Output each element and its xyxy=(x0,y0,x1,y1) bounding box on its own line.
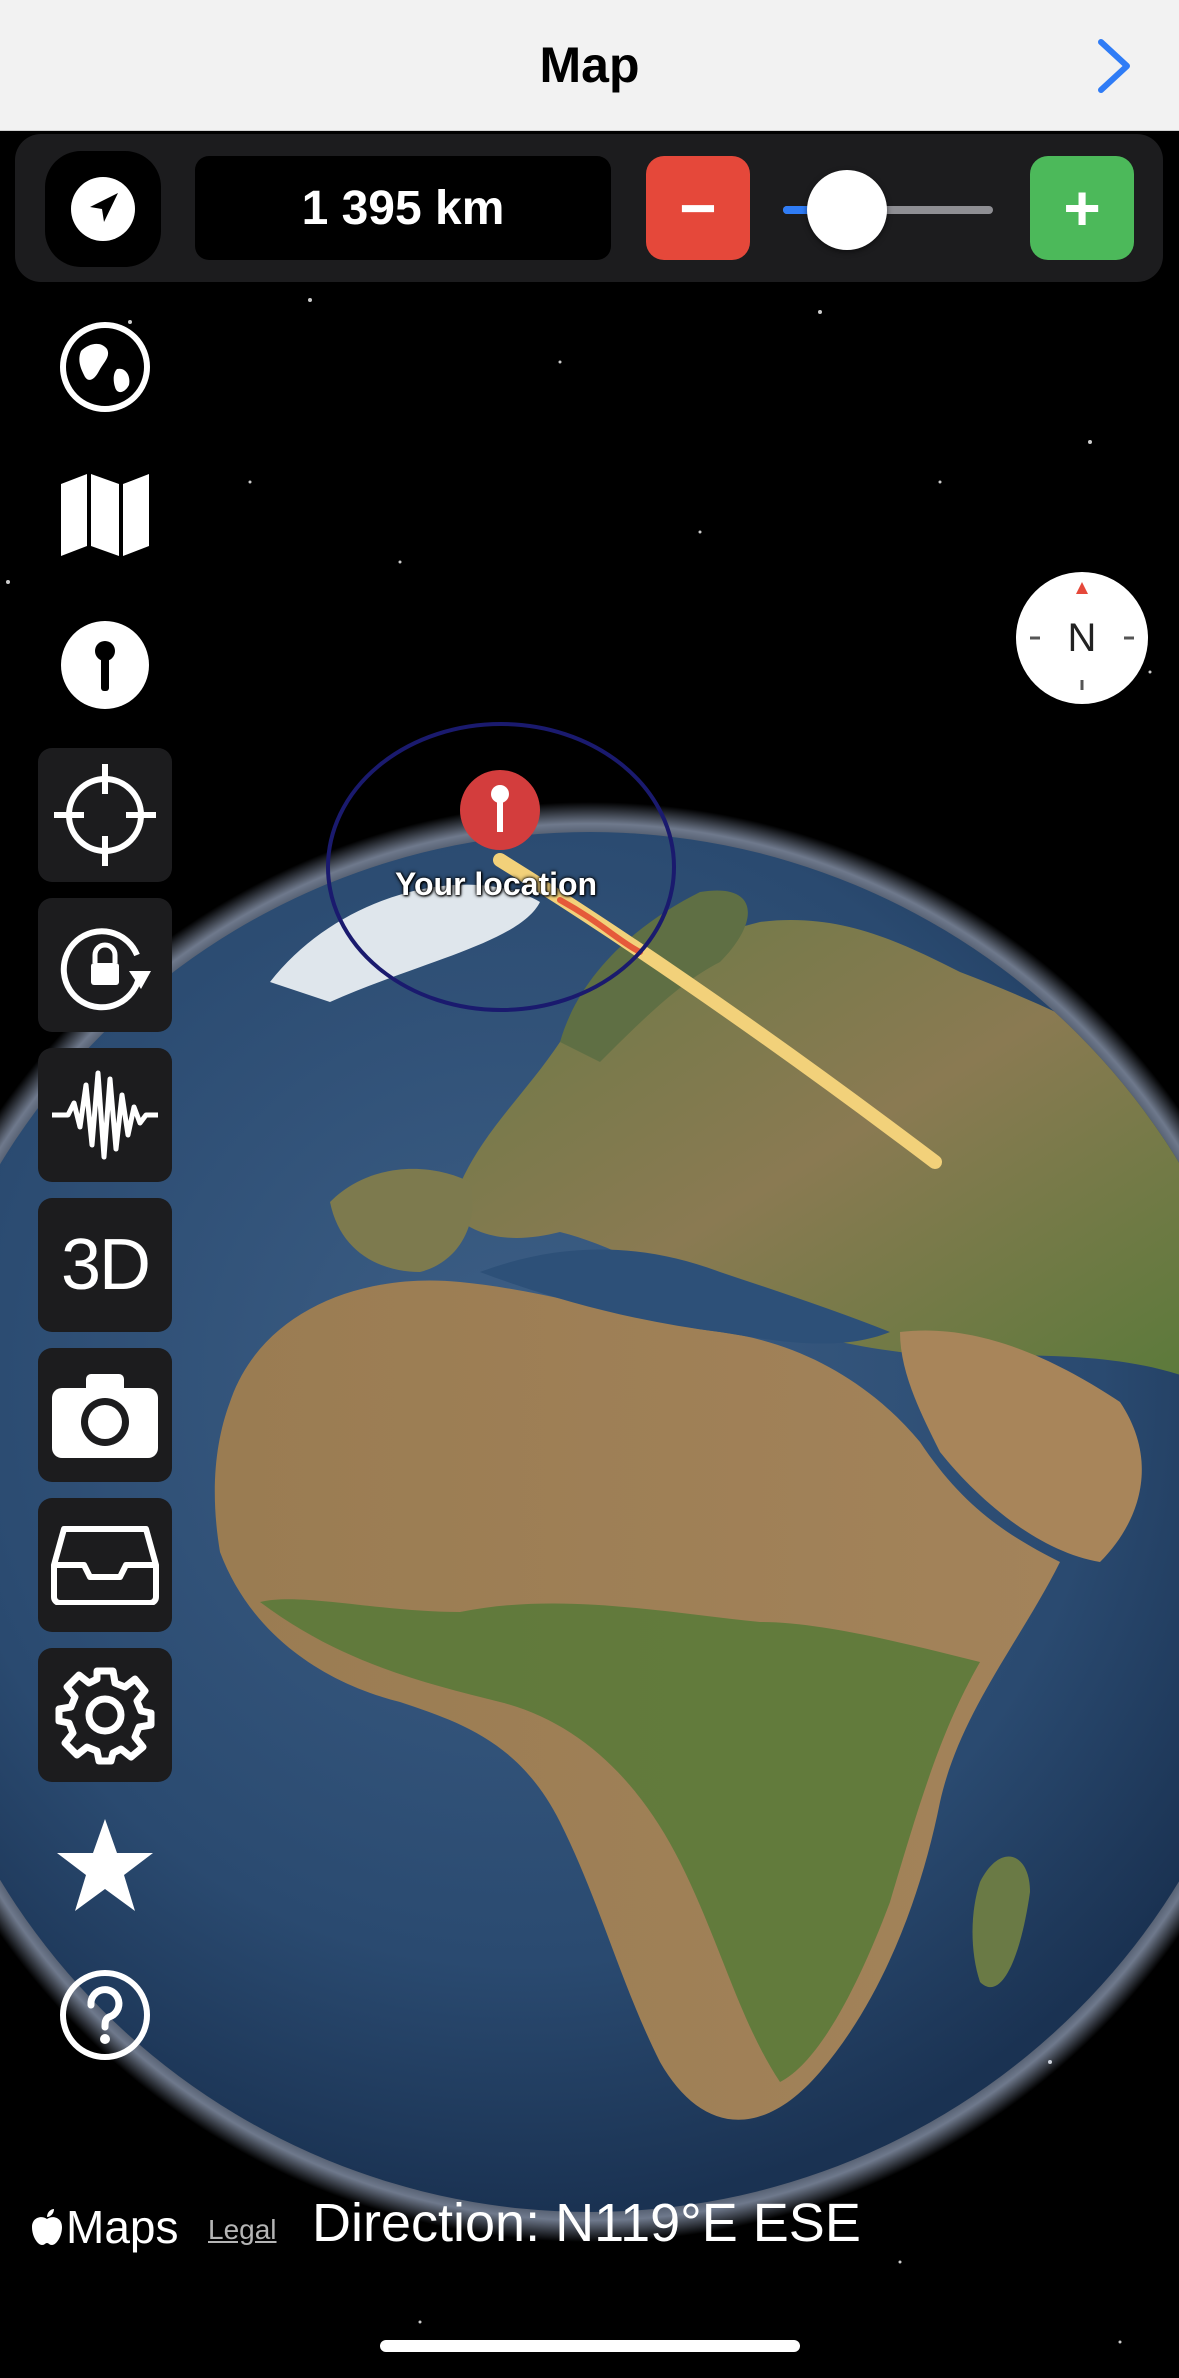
crosshair-icon xyxy=(54,764,156,866)
3d-button[interactable]: 3D xyxy=(38,1198,172,1332)
plus-label: + xyxy=(1063,172,1101,244)
map-icon xyxy=(61,474,149,556)
zoom-slider-thumb[interactable] xyxy=(807,170,887,250)
compass-button[interactable]: N xyxy=(1016,572,1148,704)
camera-button[interactable] xyxy=(38,1348,172,1482)
settings-button[interactable] xyxy=(38,1648,172,1782)
gear-icon xyxy=(55,1667,155,1765)
star-icon xyxy=(57,1819,153,1911)
home-indicator[interactable] xyxy=(380,2340,800,2352)
globe-map[interactable]: N xyxy=(0,282,1179,2378)
direction-readout: Direction: N119°E ESE xyxy=(312,2193,861,2253)
zoom-in-button[interactable]: + xyxy=(1030,156,1134,260)
map-toolbar: 1 395 km − + xyxy=(15,134,1163,282)
minus-label: − xyxy=(679,172,717,244)
waveform-icon xyxy=(52,1070,158,1160)
rotation-lock-button[interactable] xyxy=(38,898,172,1032)
waveform-button[interactable] xyxy=(38,1048,172,1182)
location-arrow-icon xyxy=(71,177,135,241)
location-pin-icon[interactable] xyxy=(460,770,540,850)
help-icon xyxy=(60,1970,150,2060)
zoom-out-button[interactable]: − xyxy=(646,156,750,260)
compass-north-label: N xyxy=(1067,615,1097,660)
globe-button[interactable] xyxy=(38,300,172,434)
map-button[interactable] xyxy=(38,448,172,582)
help-button[interactable] xyxy=(38,1948,172,2082)
page-title: Map xyxy=(539,37,640,93)
globe-view xyxy=(0,298,1179,2344)
tray-icon xyxy=(51,1526,159,1605)
maps-label: Maps xyxy=(66,2201,179,2253)
location-label: Your location xyxy=(395,866,598,902)
distance-display: 1 395 km xyxy=(195,156,611,260)
nav-bar: Map xyxy=(0,0,1179,131)
3d-label: 3D xyxy=(60,1225,151,1305)
locate-button[interactable] xyxy=(45,151,161,267)
globe-icon xyxy=(60,322,150,412)
legal-link[interactable]: Legal xyxy=(208,2214,277,2246)
pin-icon xyxy=(61,621,149,709)
chevron-right-icon[interactable] xyxy=(1089,36,1139,96)
rotation-lock-icon xyxy=(60,928,151,1011)
apple-logo-icon xyxy=(32,2209,62,2245)
apple-maps-logo: Maps xyxy=(30,2200,178,2254)
favorites-button[interactable] xyxy=(38,1798,172,1932)
crosshair-button[interactable] xyxy=(38,748,172,882)
tray-button[interactable] xyxy=(38,1498,172,1632)
pin-button[interactable] xyxy=(38,598,172,732)
camera-icon xyxy=(52,1374,158,1458)
